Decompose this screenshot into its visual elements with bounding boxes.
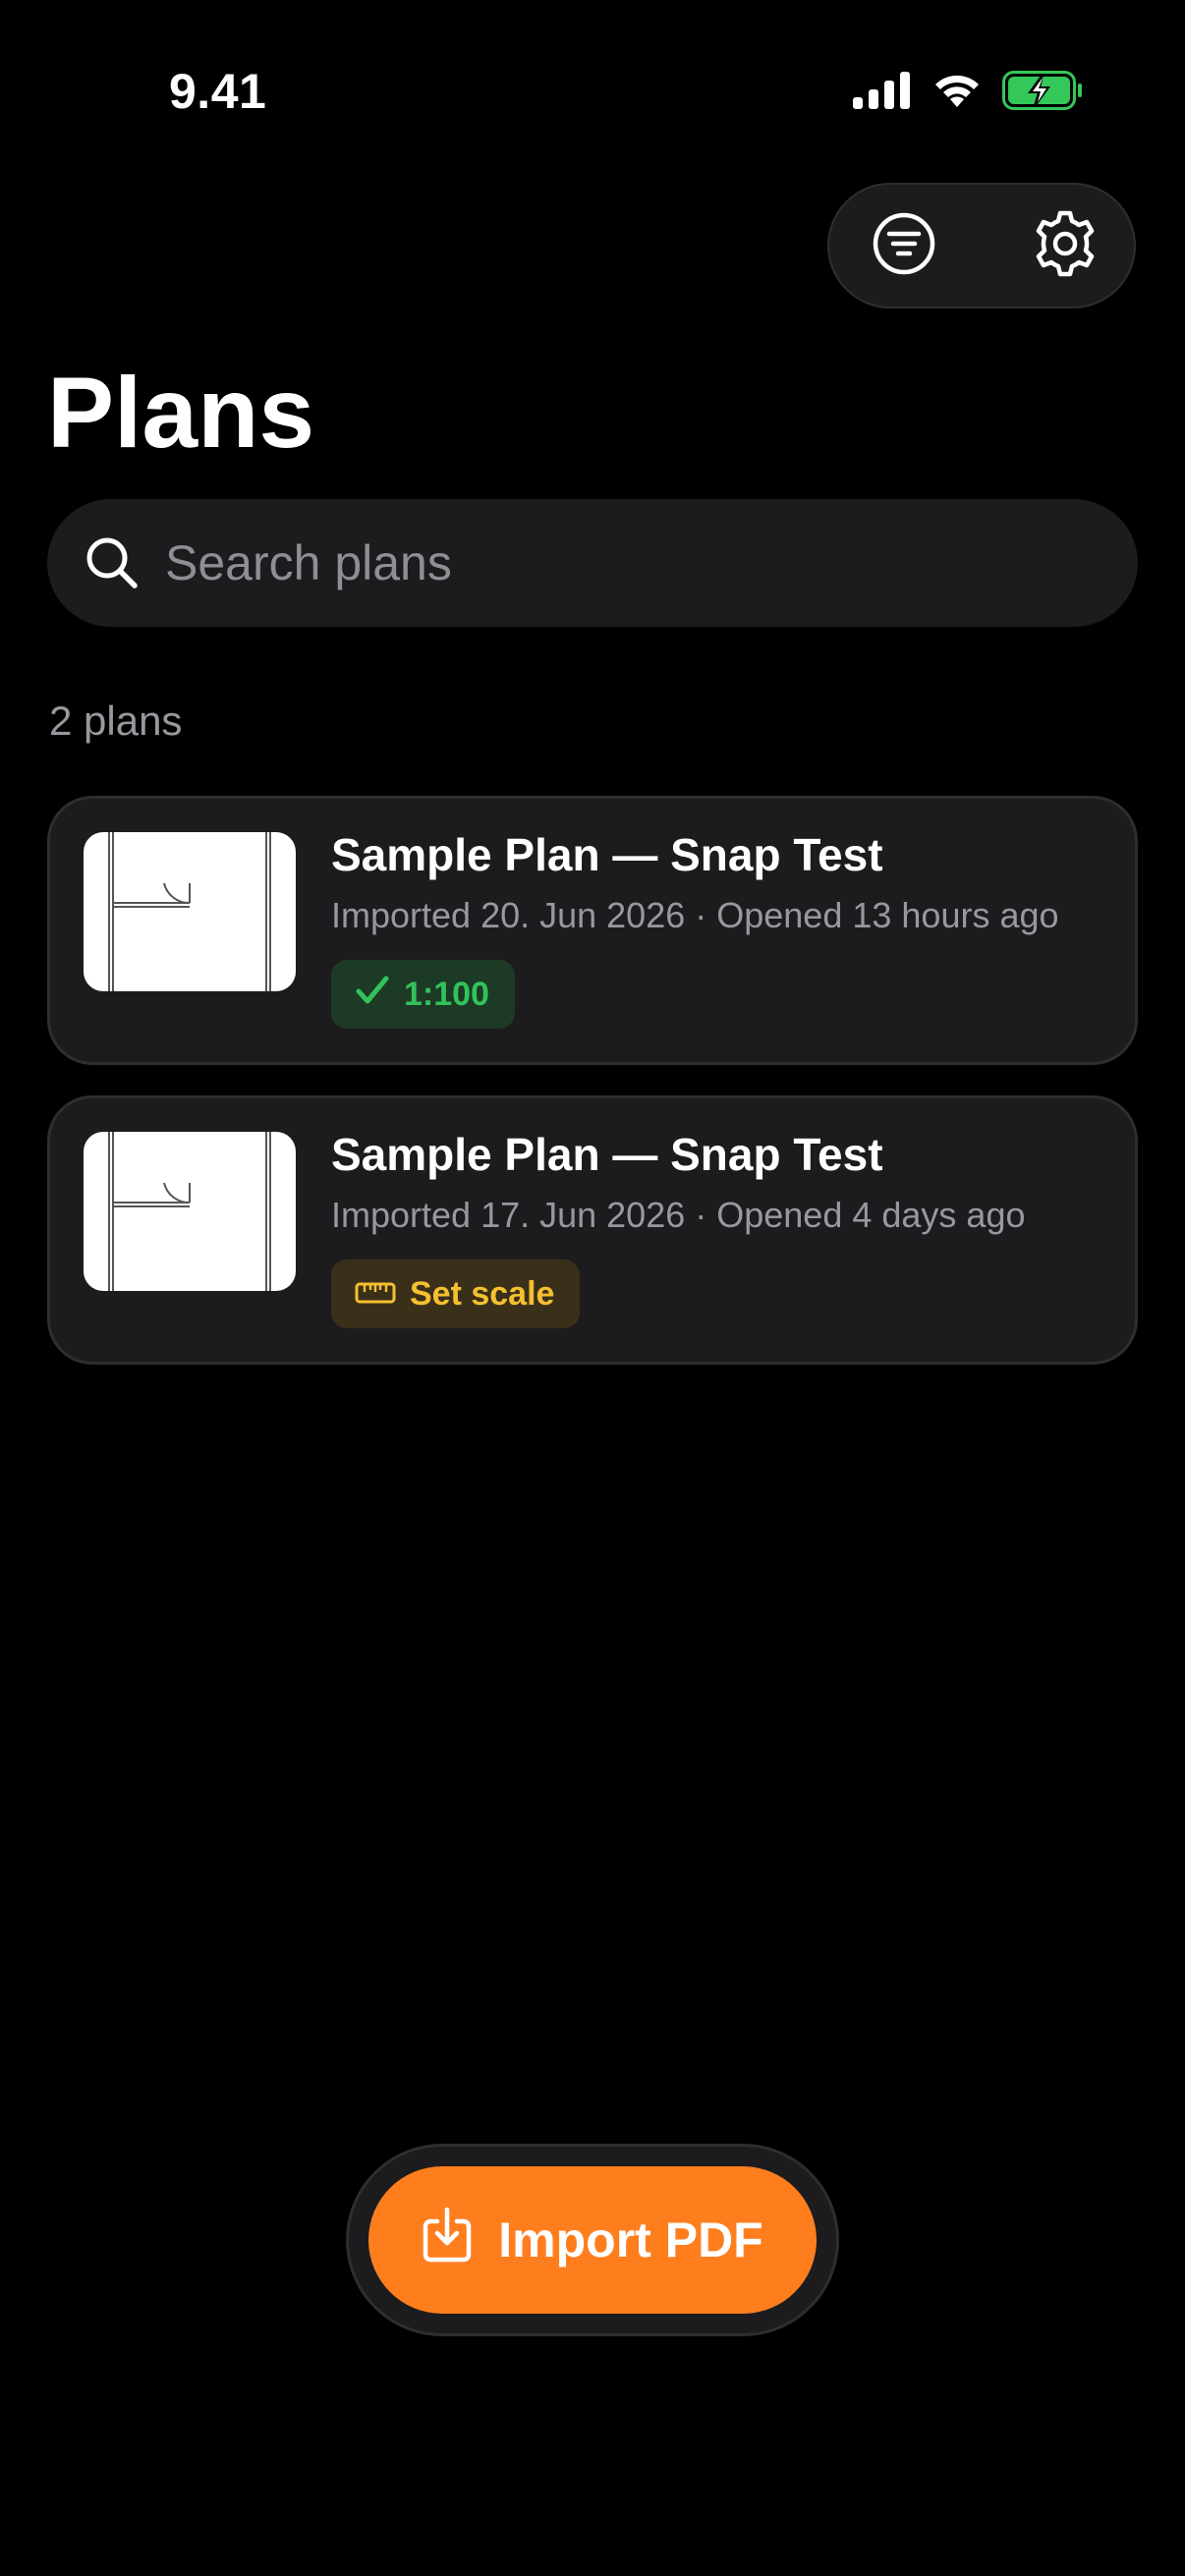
status-bar: 9.41 [0,0,1185,196]
filter-icon [872,211,936,281]
search-input[interactable] [163,533,1138,592]
plan-thumbnail [84,1132,296,1291]
search-icon [85,535,140,590]
plan-thumbnail [84,832,296,991]
plan-title: Sample Plan — Snap Test [331,1129,883,1180]
checkmark-icon [355,973,390,1017]
scale-label: 1:100 [404,975,489,1013]
import-tray-icon [422,2206,473,2274]
status-icons [853,71,1083,115]
page-title: Plans [47,357,315,469]
plan-meta: Imported 17. Jun 2026 · Opened 4 days ag… [331,1195,1026,1235]
plan-title: Sample Plan — Snap Test [331,829,883,880]
plan-card[interactable]: Sample Plan — Snap Test Imported 20. Jun… [47,796,1138,1065]
gear-icon [1031,209,1100,283]
wifi-icon [931,72,983,114]
set-scale-label: Set scale [410,1274,555,1313]
plan-card[interactable]: Sample Plan — Snap Test Imported 17. Jun… [47,1095,1138,1365]
status-time: 9.41 [169,64,267,119]
plans-count: 2 plans [49,698,183,744]
filter-button[interactable] [865,206,943,285]
ruler-icon [355,1275,396,1314]
plan-meta: Imported 20. Jun 2026 · Opened 13 hours … [331,895,1059,935]
scale-badge: 1:100 [331,960,515,1029]
import-pdf-label: Import PDF [498,2212,763,2268]
cellular-signal-icon [853,72,912,114]
import-button-container: Import PDF [346,2144,839,2336]
import-pdf-button[interactable]: Import PDF [368,2166,817,2314]
battery-charging-icon [1002,71,1083,115]
settings-button[interactable] [1026,206,1104,285]
search-bar[interactable] [47,499,1138,627]
toolbar [827,183,1136,308]
set-scale-button[interactable]: Set scale [331,1260,581,1328]
